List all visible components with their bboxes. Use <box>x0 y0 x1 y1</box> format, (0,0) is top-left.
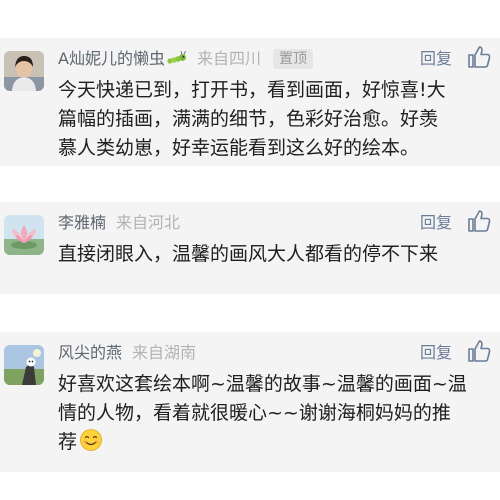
thumbs-up-icon[interactable] <box>466 338 492 364</box>
username[interactable]: A灿妮儿的懒虫 <box>58 49 165 68</box>
pinned-badge: 置顶 <box>272 49 313 69</box>
location: 来自河北 <box>116 213 181 232</box>
thumbs-up-icon[interactable] <box>466 208 492 234</box>
comment-meta: 李雅楠 来自河北 <box>58 212 180 234</box>
comment-item: A灿妮儿的懒虫 来自四川 置顶 回复 今天快递已到，打开书，看到画面，好惊喜!大 … <box>0 38 500 166</box>
user-photo-avatar-image <box>4 51 44 91</box>
comment-meta: A灿妮儿的懒虫 来自四川 置顶 <box>58 48 313 70</box>
reply-button[interactable]: 回复 <box>420 342 452 364</box>
username[interactable]: 李雅楠 <box>58 213 106 232</box>
comment-text-content: 好喜欢这套绘本啊~温馨的故事~温馨的画面~温 情的人物，看着就很暖心~~谢谢海桐… <box>58 373 467 453</box>
comment-item: 风尖的燕 来自湖南 回复 好喜欢这套绘本啊~温馨的故事~温馨的画面~温 情的人物，… <box>0 332 500 472</box>
reply-button[interactable]: 回复 <box>420 212 452 234</box>
reply-button[interactable]: 回复 <box>420 48 452 70</box>
smiling-face-emoji-icon <box>79 428 103 461</box>
avatar[interactable] <box>4 345 44 385</box>
avatar[interactable] <box>4 51 44 91</box>
comment-text: 直接闭眼入，温馨的画风大人都看的停不下来 <box>58 243 439 265</box>
location: 来自湖南 <box>132 343 197 362</box>
comment-text: 好喜欢这套绘本啊~温馨的故事~温馨的画面~温 情的人物，看着就很暖心~~谢谢海桐… <box>58 370 494 461</box>
lotus-flower-avatar-image <box>4 215 44 255</box>
comment-text: 今天快递已到，打开书，看到画面，好惊喜!大 篇幅的插画，满满的细节，色彩好治愈。… <box>58 79 446 159</box>
avatar[interactable] <box>4 215 44 255</box>
outdoor-photo-avatar-image <box>4 345 44 385</box>
comment-meta: 风尖的燕 来自湖南 <box>58 342 196 364</box>
thumbs-up-icon[interactable] <box>466 44 492 70</box>
comment-item: 李雅楠 来自河北 回复 直接闭眼入，温馨的画风大人都看的停不下来 <box>0 202 500 294</box>
caterpillar-icon <box>167 50 187 72</box>
location: 来自四川 <box>196 49 261 68</box>
username[interactable]: 风尖的燕 <box>58 343 122 362</box>
